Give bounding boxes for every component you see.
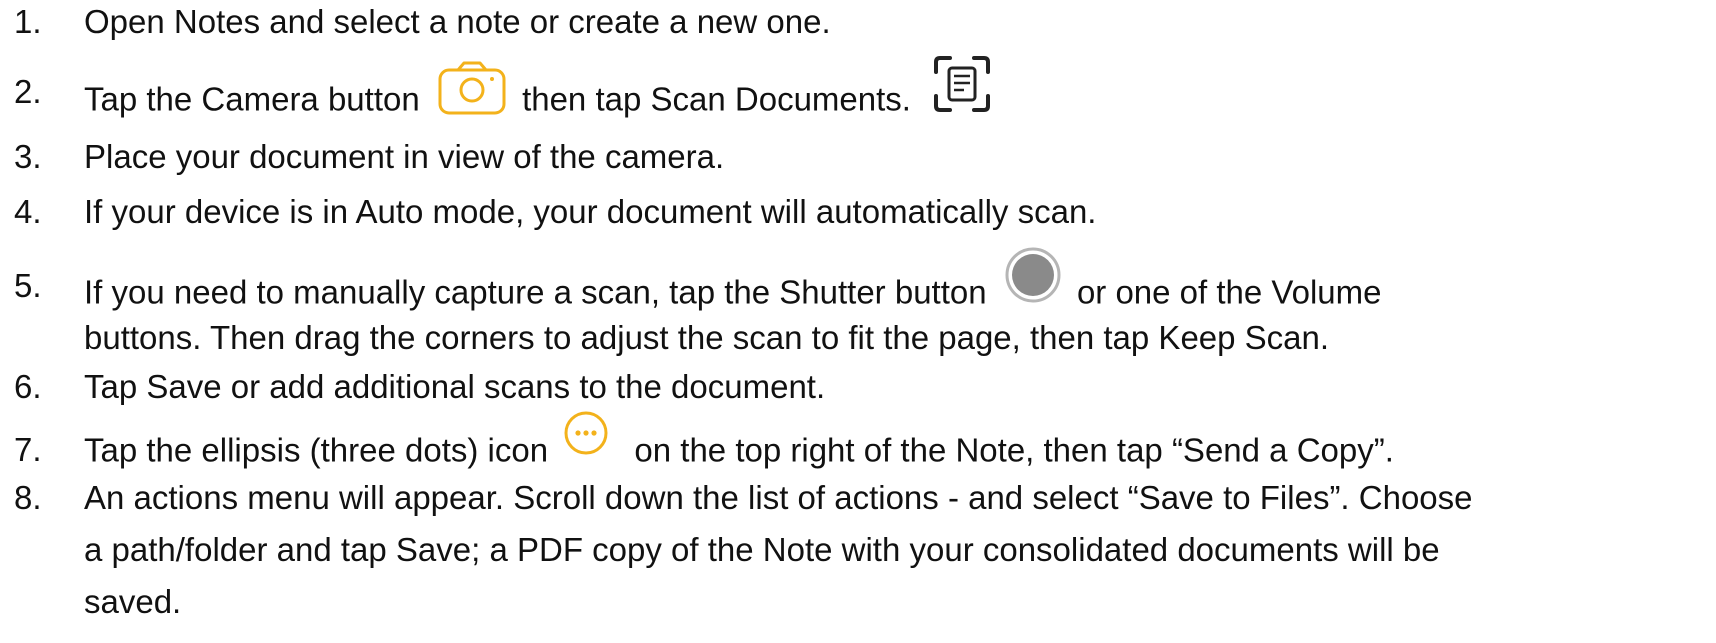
step-text: If you need to manually capture a scan, … [84,273,987,311]
step-text: on the top right of the Note, then tap “… [634,431,1394,469]
step-text: saved. [84,583,182,620]
step-text: then tap Scan Documents. [522,80,911,118]
step-text: buttons. Then drag the corners to adjust… [84,319,1330,356]
step-text: Tap the ellipsis (three dots) icon [84,431,549,469]
step-number: 1. [14,3,42,40]
step-number: 6. [14,368,42,405]
step-text: An actions menu will appear. Scroll down… [84,479,1473,516]
scan-documents-icon [932,56,992,121]
step-text: Tap the Camera button [84,80,420,118]
step-text: Open Notes and select a note or create a… [84,3,831,40]
step-number: 5. [14,267,42,304]
shutter-icon [1004,247,1071,311]
step-text: If your device is in Auto mode, your doc… [84,193,1097,230]
step-text: or one of the Volume [1076,273,1382,311]
camera-icon [437,61,516,123]
step-text: Place your document in view of the camer… [84,138,725,175]
step-number: 8. [14,479,42,516]
step-number: 4. [14,193,42,230]
step-number: 2. [14,73,42,110]
instructions-document: 1. Open Notes and select a note or creat… [0,0,1716,643]
step-number: 3. [14,138,42,175]
ellipsis-icon [563,411,618,463]
step-number: 7. [14,431,42,468]
step-text: Tap Save or add additional scans to the … [84,368,826,405]
step-text: a path/folder and tap Save; a PDF copy o… [84,531,1440,568]
